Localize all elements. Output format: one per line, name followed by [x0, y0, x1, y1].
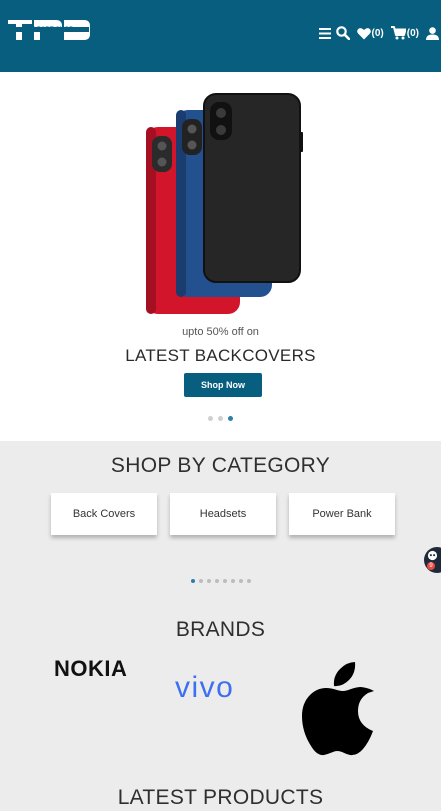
- shop-now-button[interactable]: Shop Now: [184, 373, 262, 397]
- brand-nokia-label: NOKIA: [54, 657, 127, 679]
- category-card-power-bank[interactable]: Power Bank: [289, 493, 395, 535]
- wishlist-count: (0): [371, 27, 384, 39]
- logo-tagline: THE PART SHOP: [22, 27, 74, 33]
- category-dot[interactable]: [198, 579, 203, 583]
- hero-product-image[interactable]: [140, 92, 310, 317]
- category-dot[interactable]: [206, 579, 211, 583]
- hero-dot[interactable]: [218, 416, 223, 421]
- cart-icon: [390, 26, 406, 40]
- category-card-back-covers[interactable]: Back Covers: [51, 493, 157, 535]
- brand-vivo-label: vivo: [175, 672, 234, 702]
- menu-icon[interactable]: [318, 24, 331, 42]
- category-card-headsets[interactable]: Headsets: [170, 493, 276, 535]
- apple-logo-icon: [302, 662, 374, 756]
- heart-icon: [356, 27, 371, 39]
- cart-button[interactable]: (0): [390, 24, 419, 42]
- hero-dot-active[interactable]: [228, 416, 233, 421]
- hero-dot[interactable]: [208, 416, 213, 421]
- header-actions: (0) (0): [318, 24, 439, 42]
- latest-products-title: LATEST PRODUCTS: [117, 786, 324, 809]
- category-dot[interactable]: [222, 579, 227, 583]
- category-dot[interactable]: [230, 579, 235, 583]
- search-icon[interactable]: [335, 24, 350, 42]
- category-pagination: [0, 579, 441, 583]
- hero-title: LATEST BACKCOVERS: [125, 346, 316, 365]
- brands-section-title: BRANDS: [175, 618, 266, 641]
- category-dot[interactable]: [246, 579, 251, 583]
- category-dot[interactable]: [238, 579, 243, 583]
- category-dot[interactable]: [214, 579, 219, 583]
- category-dot-active[interactable]: [190, 579, 195, 583]
- hero-slider: upto 50% off on LATEST BACKCOVERS Shop N…: [0, 72, 441, 441]
- hero-subtitle: upto 50% off on: [182, 326, 259, 338]
- brand-nokia[interactable]: NOKIA: [54, 657, 154, 679]
- brand-apple[interactable]: [302, 660, 382, 756]
- hero-pagination: [0, 416, 441, 421]
- site-header: THE PART SHOP (0) (0): [0, 0, 441, 72]
- brand-vivo[interactable]: vivo: [175, 672, 275, 702]
- category-section-title: SHOP BY CATEGORY: [110, 454, 331, 477]
- user-icon[interactable]: [426, 24, 439, 42]
- wishlist-button[interactable]: (0): [356, 24, 384, 42]
- category-carousel: Back Covers Headsets Power Bank: [51, 493, 395, 535]
- chat-notification-badge: 9: [427, 562, 435, 570]
- cart-count: (0): [406, 27, 419, 39]
